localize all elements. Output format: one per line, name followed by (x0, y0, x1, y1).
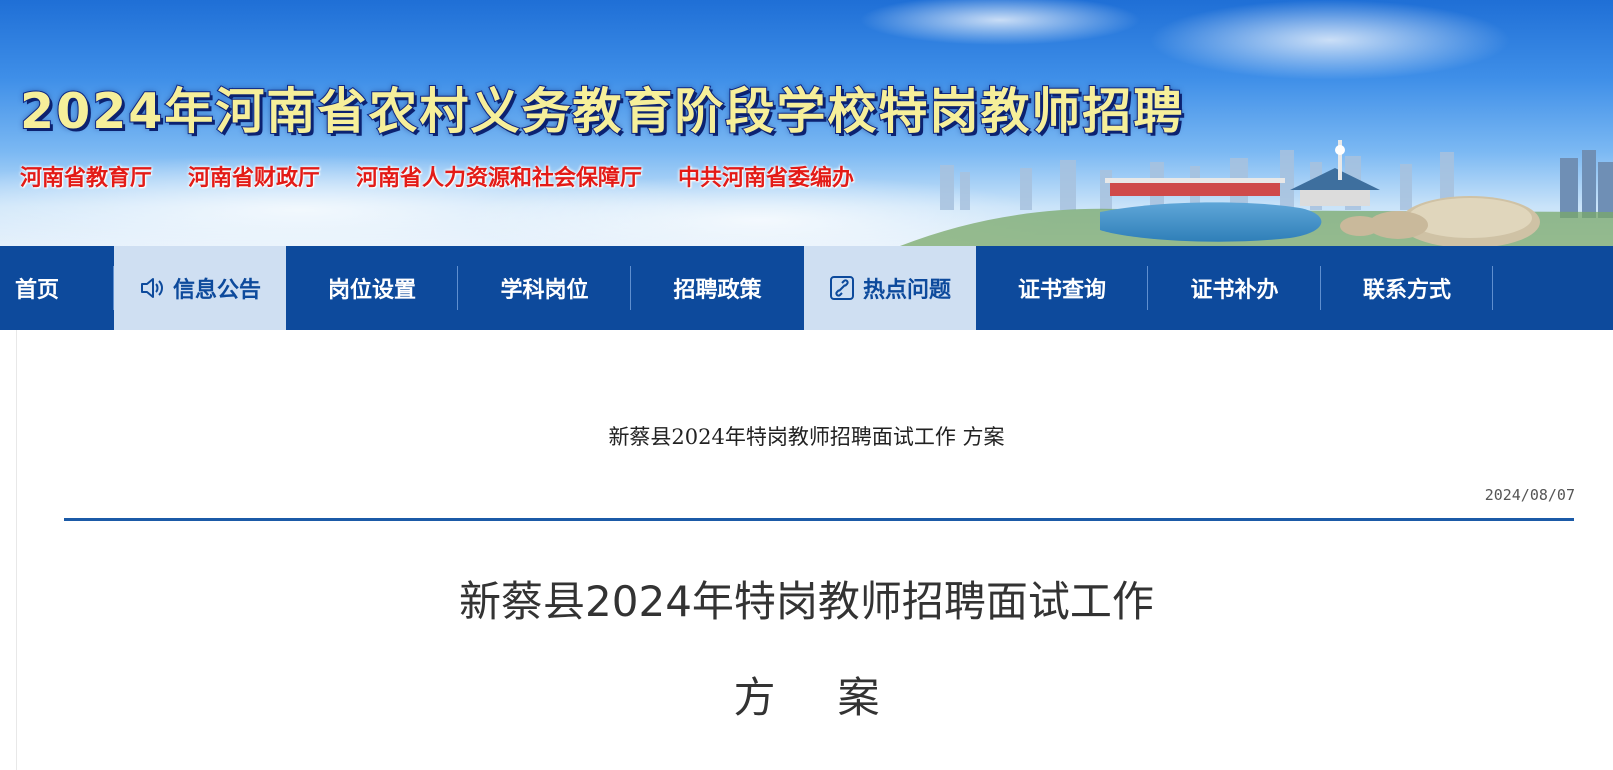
document-subheading: 方案 (733, 673, 942, 722)
nav-item-home[interactable]: 首页 (0, 246, 114, 330)
nav-item-label: 招聘政策 (673, 278, 762, 303)
sponsor-name: 河南省教育厅 (20, 166, 153, 191)
article-title: 新蔡县2024年特岗教师招聘面试工作 方案 (608, 425, 1005, 449)
document-heading: 新蔡县2024年特岗教师招聘面试工作 (459, 577, 1154, 626)
nav-item-certificate-query[interactable]: 证书查询 (976, 246, 1148, 330)
sponsor-list: 河南省教育厅 河南省财政厅 河南省人力资源和社会保障厅 中共河南省委编办 (20, 160, 854, 192)
nav-item-label: 联系方式 (1362, 278, 1451, 303)
main-nav: 首页 信息公告 岗位设置 学科岗位 招聘政策 热点问题 证书查询 证书补办 联系… (0, 246, 1613, 330)
sponsor-name: 河南省人力资源和社会保障厅 (356, 166, 643, 191)
article-date: 2024/08/07 (1484, 486, 1575, 504)
nav-item-contact[interactable]: 联系方式 (1321, 246, 1493, 330)
nav-item-label: 岗位设置 (327, 278, 416, 303)
nav-item-subjects[interactable]: 学科岗位 (458, 246, 631, 330)
nav-item-label: 证书查询 (1017, 278, 1106, 303)
nav-item-policies[interactable]: 招聘政策 (631, 246, 804, 330)
nav-item-label: 信息公告 (172, 278, 261, 303)
sponsor-name: 中共河南省委编办 (678, 166, 855, 191)
header-banner: 2024年河南省农村义务教育阶段学校特岗教师招聘 河南省教育厅 河南省财政厅 河… (0, 0, 1613, 246)
nav-item-hot-topics[interactable]: 热点问题 (804, 246, 976, 330)
nav-item-label: 热点问题 (862, 278, 951, 303)
nav-item-label: 首页 (15, 278, 60, 303)
nav-item-announcements[interactable]: 信息公告 (114, 246, 286, 330)
link-icon (829, 275, 855, 301)
nav-item-positions[interactable]: 岗位设置 (286, 246, 458, 330)
sponsor-name: 河南省财政厅 (188, 166, 321, 191)
nav-item-label: 学科岗位 (500, 278, 589, 303)
nav-item-certificate-reissue[interactable]: 证书补办 (1148, 246, 1321, 330)
speaker-icon (139, 276, 165, 300)
site-title: 2024年河南省农村义务教育阶段学校特岗教师招聘 (19, 82, 1185, 141)
nav-item-label: 证书补办 (1190, 278, 1279, 303)
title-divider (64, 518, 1574, 521)
